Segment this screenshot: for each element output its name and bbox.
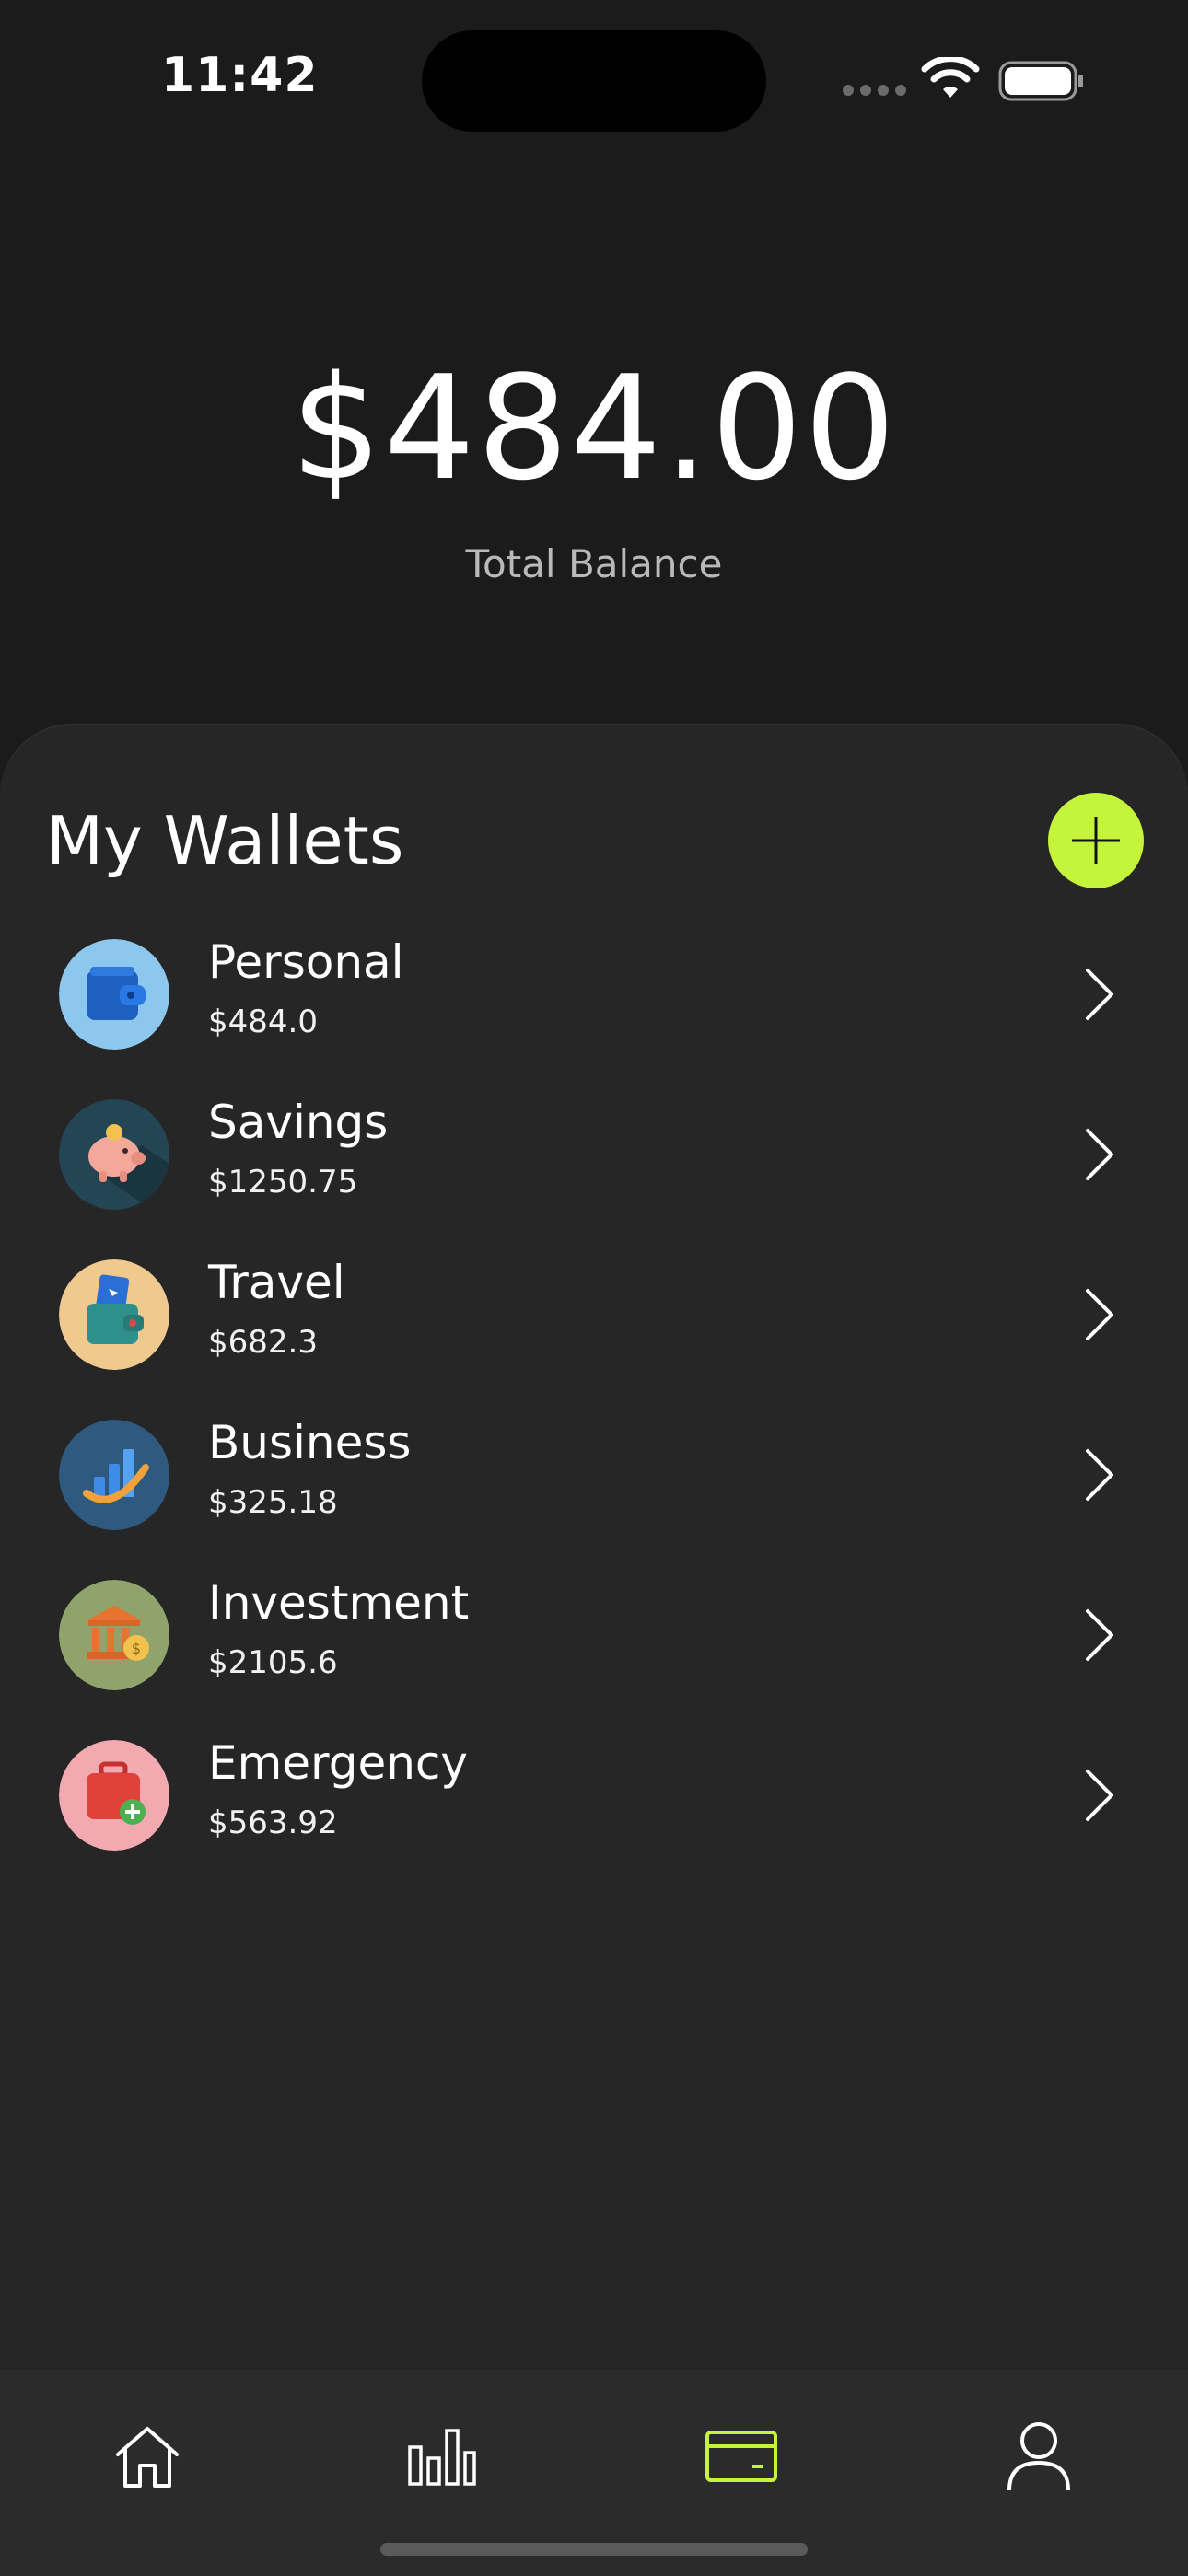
- home-indicator: [380, 2543, 808, 2556]
- total-balance-label: Total Balance: [465, 541, 723, 586]
- chevron-right-icon: [1086, 1609, 1113, 1661]
- total-balance-amount: $484.00: [290, 344, 898, 512]
- status-time: 11:42: [161, 48, 319, 103]
- wallet-amount: $682.3: [208, 1324, 318, 1361]
- wallet-row-investment[interactable]: $ Investment $2105.6: [37, 1569, 1151, 1707]
- dynamic-island: [422, 30, 766, 132]
- wallet-name: Investment: [208, 1576, 470, 1630]
- wallet-amount: $325.18: [208, 1484, 338, 1521]
- chevron-right-icon: [1086, 1449, 1113, 1501]
- status-bar: 11:42: [0, 0, 1188, 157]
- wallet-row-travel[interactable]: Travel $682.3: [37, 1248, 1151, 1387]
- wallet-name: Personal: [208, 935, 404, 989]
- travel-wallet-icon: [59, 1259, 169, 1370]
- wallet-row-emergency[interactable]: Emergency $563.92: [37, 1729, 1151, 1867]
- tab-profile[interactable]: [993, 2410, 1085, 2502]
- wallet-amount: $484.0: [208, 1004, 318, 1040]
- piggy-bank-icon: [59, 1099, 169, 1210]
- wifi-icon: [921, 57, 980, 98]
- bar-chart-growth-icon: [59, 1420, 169, 1530]
- tab-wallets[interactable]: [695, 2410, 787, 2502]
- bar-chart-icon: [408, 2429, 476, 2486]
- chevron-right-icon: [1086, 1129, 1113, 1180]
- battery-icon: [998, 61, 1083, 101]
- wallets-section-title: My Wallets: [46, 802, 404, 879]
- wallets-panel: My Wallets Personal $484.0 Savings $1250…: [0, 724, 1188, 2372]
- wallet-name: Savings: [208, 1096, 389, 1149]
- tab-bar: [0, 2368, 1188, 2576]
- chevron-right-icon: [1086, 1770, 1113, 1821]
- first-aid-kit-icon: [59, 1740, 169, 1851]
- plus-icon: [1072, 817, 1120, 864]
- wallet-name: Emergency: [208, 1736, 469, 1790]
- wallet-row-personal[interactable]: Personal $484.0: [37, 928, 1151, 1066]
- wallet-name: Travel: [208, 1256, 345, 1309]
- wallet-amount: $2105.6: [208, 1644, 338, 1681]
- chevron-right-icon: [1086, 969, 1113, 1020]
- wallet-amount: $1250.75: [208, 1164, 358, 1201]
- wallet-name: Business: [208, 1416, 412, 1469]
- cellular-signal-icon: [843, 85, 906, 96]
- tab-stats[interactable]: [396, 2410, 488, 2502]
- user-icon: [1007, 2422, 1070, 2491]
- wallet-row-business[interactable]: Business $325.18: [37, 1409, 1151, 1547]
- bank-coin-icon: $: [59, 1580, 169, 1690]
- credit-card-icon: [705, 2431, 777, 2482]
- wallet-icon: [59, 939, 169, 1050]
- chevron-right-icon: [1086, 1289, 1113, 1340]
- add-wallet-button[interactable]: [1048, 793, 1144, 888]
- wallet-row-savings[interactable]: Savings $1250.75: [37, 1088, 1151, 1226]
- tab-home[interactable]: [101, 2410, 193, 2502]
- wallet-amount: $563.92: [208, 1804, 338, 1841]
- home-icon: [116, 2427, 179, 2488]
- svg-text:$: $: [132, 1640, 141, 1657]
